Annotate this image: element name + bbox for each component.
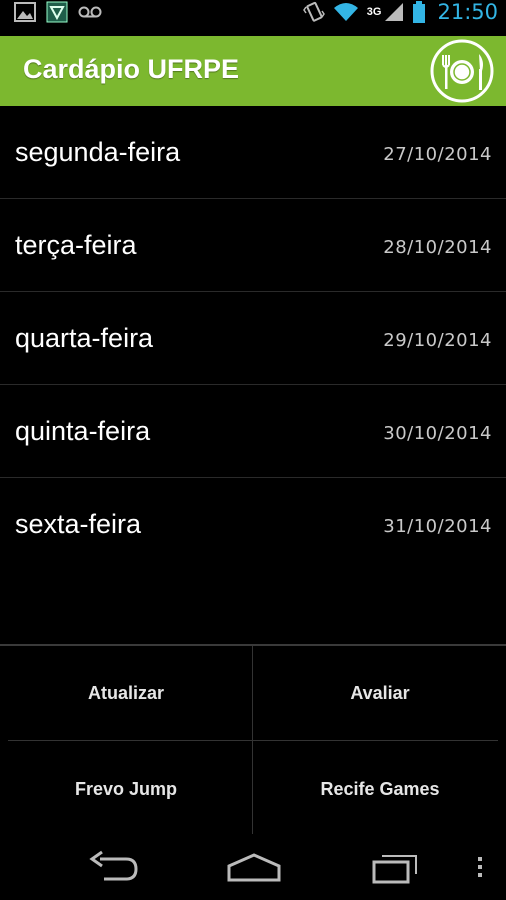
day-name: quarta-feira bbox=[15, 323, 154, 353]
wifi-icon bbox=[333, 3, 358, 21]
network-type-label: 3G bbox=[366, 6, 382, 18]
day-date: 28/10/2014 bbox=[383, 237, 492, 258]
day-date: 31/10/2014 bbox=[383, 516, 492, 537]
day-name: sexta-feira bbox=[15, 509, 142, 539]
day-row-thursday[interactable]: quinta-feira 30/10/2014 bbox=[0, 385, 506, 478]
recife-games-button[interactable]: Recife Games bbox=[254, 742, 506, 836]
day-date: 29/10/2014 bbox=[383, 330, 492, 351]
back-icon[interactable] bbox=[88, 850, 140, 884]
voicemail-icon bbox=[78, 6, 102, 18]
refresh-button[interactable]: Atualizar bbox=[0, 646, 252, 740]
overflow-menu-icon[interactable] bbox=[474, 850, 486, 884]
plate-utensils-icon[interactable] bbox=[430, 39, 494, 103]
home-icon[interactable] bbox=[226, 850, 282, 884]
status-time: 21:50 bbox=[437, 0, 498, 24]
vertical-divider bbox=[252, 646, 253, 836]
shield-icon bbox=[46, 1, 68, 23]
app-title: Cardápio UFRPE bbox=[23, 54, 240, 84]
status-left-icons bbox=[14, 0, 102, 24]
vibrate-icon bbox=[302, 1, 325, 22]
status-bar: 3G 21:50 bbox=[0, 0, 506, 36]
nav-bar bbox=[0, 834, 506, 900]
day-date: 27/10/2014 bbox=[383, 144, 492, 165]
image-icon bbox=[14, 2, 36, 22]
day-row-tuesday[interactable]: terça-feira 28/10/2014 bbox=[0, 199, 506, 292]
day-row-friday[interactable]: sexta-feira 31/10/2014 bbox=[0, 478, 506, 570]
frevo-jump-button[interactable]: Frevo Jump bbox=[0, 742, 252, 836]
battery-icon bbox=[413, 1, 426, 23]
day-name: terça-feira bbox=[15, 230, 137, 260]
action-bar: Cardápio UFRPE bbox=[0, 36, 506, 106]
day-row-wednesday[interactable]: quarta-feira 29/10/2014 bbox=[0, 292, 506, 385]
status-right-icons: 3G 21:50 bbox=[302, 0, 498, 24]
day-row-monday[interactable]: segunda-feira 27/10/2014 bbox=[0, 106, 506, 199]
horizontal-divider bbox=[8, 740, 498, 741]
day-date: 30/10/2014 bbox=[383, 423, 492, 444]
recent-apps-icon[interactable] bbox=[370, 850, 422, 884]
signal-icon bbox=[385, 3, 404, 21]
rate-button[interactable]: Avaliar bbox=[254, 646, 506, 740]
day-name: quinta-feira bbox=[15, 416, 151, 446]
button-panel: Atualizar Avaliar Frevo Jump Recife Game… bbox=[0, 644, 506, 836]
day-list: segunda-feira 27/10/2014 terça-feira 28/… bbox=[0, 106, 506, 570]
day-name: segunda-feira bbox=[15, 137, 181, 167]
